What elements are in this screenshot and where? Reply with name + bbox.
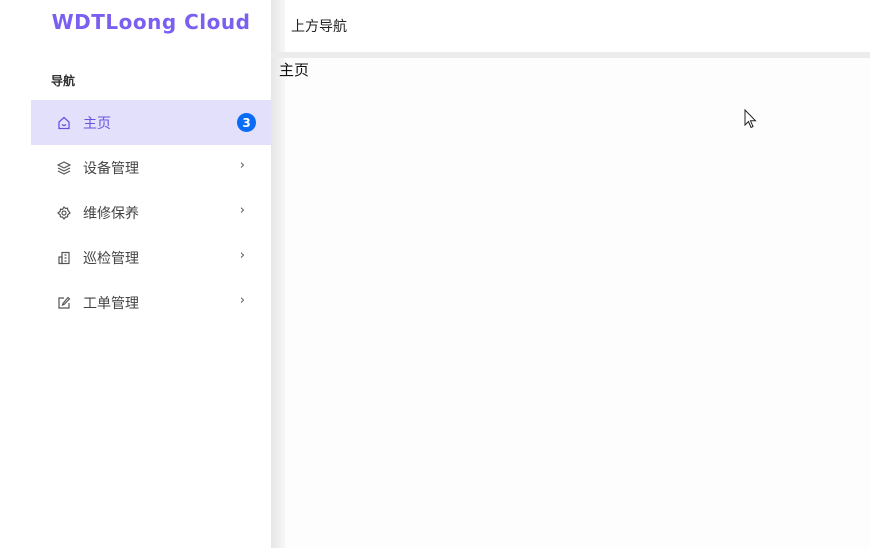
layers-icon — [57, 160, 71, 175]
sidebar-item-label: 工单管理 — [83, 295, 139, 312]
mouse-cursor-icon — [744, 108, 757, 133]
sidebar-item-maintenance[interactable]: 维修保养 › — [31, 190, 271, 235]
sidebar-item-inspection[interactable]: 巡检管理 › — [31, 235, 271, 280]
gear-icon — [57, 205, 71, 220]
sidebar-item-label: 设备管理 — [83, 160, 139, 177]
sidebar-menu: 主页 3 设备管理 › 维修保养 › 巡检管理 › 工单管理 › — [31, 100, 271, 325]
sidebar-item-label: 巡检管理 — [83, 250, 139, 267]
top-nav: 上方导航 — [285, 0, 870, 52]
building-icon — [57, 251, 71, 265]
nav-section-title: 导航 — [51, 74, 76, 88]
sidebar: WDTLoong Cloud 导航 主页 3 设备管理 › 维修保养 › 巡检管… — [0, 0, 271, 548]
sidebar-item-home[interactable]: 主页 3 — [31, 100, 271, 145]
sidebar-divider — [271, 0, 285, 548]
sidebar-item-label: 主页 — [83, 115, 111, 132]
header-divider — [271, 52, 870, 58]
chevron-right-icon: › — [239, 293, 245, 308]
logo: WDTLoong Cloud — [51, 10, 251, 34]
top-nav-title: 上方导航 — [291, 19, 347, 35]
chevron-right-icon: › — [239, 248, 245, 263]
main-content: 主页 — [279, 61, 310, 79]
chevron-right-icon: › — [239, 203, 245, 218]
home-icon — [57, 116, 71, 130]
sidebar-item-work-orders[interactable]: 工单管理 › — [31, 280, 271, 325]
notification-badge: 3 — [237, 113, 256, 132]
chevron-right-icon: › — [239, 158, 245, 173]
edit-icon — [57, 296, 71, 310]
sidebar-item-label: 维修保养 — [83, 205, 139, 222]
sidebar-item-device-management[interactable]: 设备管理 › — [31, 145, 271, 190]
